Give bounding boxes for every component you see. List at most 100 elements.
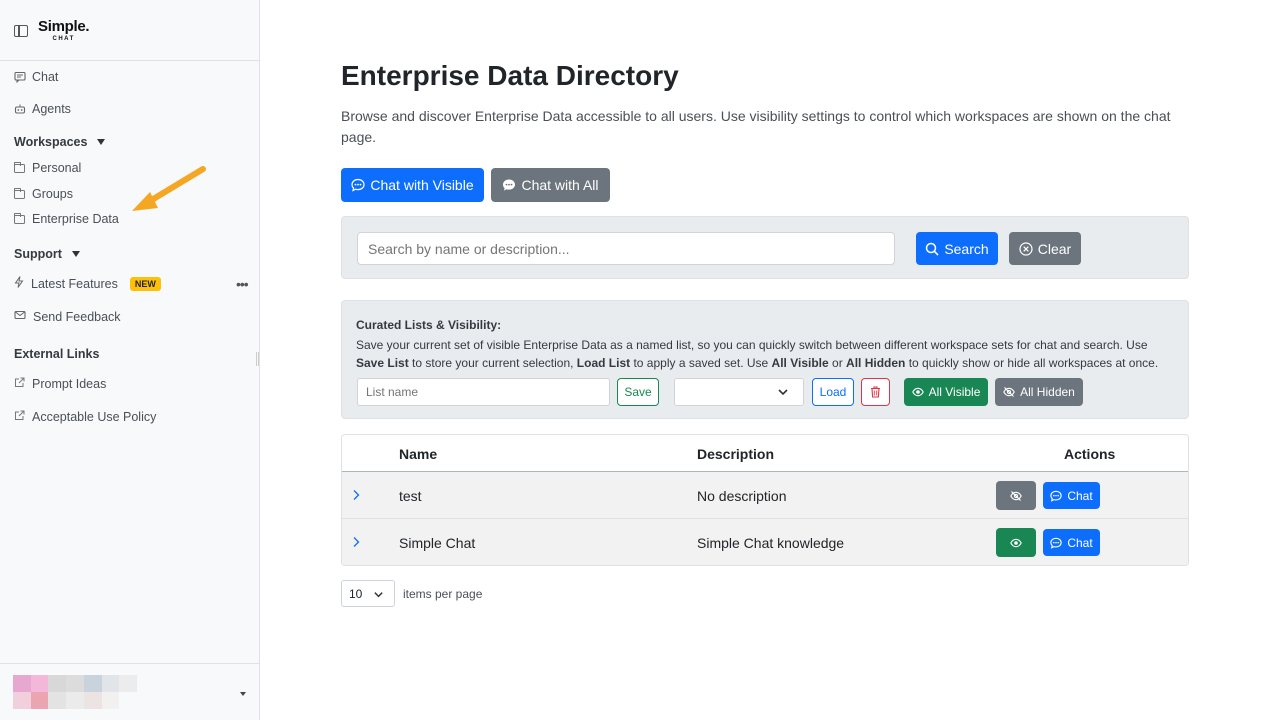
row-name: test bbox=[399, 488, 422, 504]
list-name-input[interactable] bbox=[357, 378, 610, 406]
clear-button[interactable]: Clear bbox=[1009, 232, 1081, 265]
column-header-actions: Actions bbox=[1064, 446, 1116, 462]
folder-icon bbox=[13, 187, 25, 199]
curated-desc-part: Save your current set of visible Enterpr… bbox=[356, 338, 1148, 352]
eye-slash-icon bbox=[1003, 387, 1015, 397]
nav-send-feedback[interactable]: Send Feedback bbox=[14, 309, 121, 324]
nav-prompt-ideas[interactable]: Prompt Ideas bbox=[14, 377, 106, 391]
logo-subtext: CHAT bbox=[52, 35, 75, 42]
curated-desc-bold: Save List bbox=[356, 356, 409, 370]
nav-prompt-ideas-label: Prompt Ideas bbox=[32, 377, 107, 391]
table-row: test No description Chat bbox=[342, 472, 1188, 519]
page-title: Enterprise Data Directory bbox=[341, 60, 679, 91]
clear-button-label: Clear bbox=[1037, 240, 1072, 257]
row-chat-button[interactable]: Chat bbox=[1043, 482, 1100, 509]
search-button[interactable]: Search bbox=[916, 232, 998, 265]
items-per-page-value: 10 bbox=[349, 586, 363, 601]
chat-with-all-button[interactable]: Chat with All bbox=[491, 168, 610, 202]
row-description: Simple Chat knowledge bbox=[697, 535, 845, 551]
nav-enterprise-data[interactable]: Enterprise Data bbox=[13, 212, 119, 226]
folder-icon bbox=[13, 161, 25, 173]
column-header-name[interactable]: Name bbox=[399, 446, 437, 462]
search-button-label: Search bbox=[944, 240, 989, 257]
sidebar-toggle-icon[interactable] bbox=[14, 25, 28, 37]
nav-groups-label: Groups bbox=[32, 187, 73, 201]
search-panel: Search Clear bbox=[341, 216, 1189, 279]
chat-with-visible-label: Chat with Visible bbox=[370, 177, 474, 193]
row-chat-button[interactable]: Chat bbox=[1043, 529, 1100, 556]
chevron-right-icon[interactable] bbox=[351, 536, 361, 548]
chat-dots-icon bbox=[1050, 537, 1063, 549]
curated-desc-part: to quickly show or hide all workspaces a… bbox=[905, 356, 1159, 370]
nav-acceptable-use-policy-label: Acceptable Use Policy bbox=[32, 410, 157, 424]
all-visible-label: All Visible bbox=[928, 385, 981, 399]
pagination-controls: 10 items per page bbox=[341, 580, 482, 607]
nav-acceptable-use-policy[interactable]: Acceptable Use Policy bbox=[14, 410, 156, 424]
nav-enterprise-data-label: Enterprise Data bbox=[32, 212, 119, 226]
chat-dots-icon bbox=[1050, 490, 1063, 502]
chat-dots-icon bbox=[351, 178, 365, 192]
nav-agents[interactable]: Agents bbox=[14, 102, 71, 116]
nav-groups[interactable]: Groups bbox=[13, 187, 73, 201]
saved-lists-select[interactable] bbox=[674, 378, 804, 406]
curated-desc-part: to apply a saved set. Use bbox=[630, 356, 772, 370]
folder-icon bbox=[13, 212, 25, 224]
caret-down-icon bbox=[97, 139, 106, 145]
sidebar-resize-handle[interactable] bbox=[256, 352, 259, 366]
column-header-description[interactable]: Description bbox=[697, 446, 774, 462]
row-description: No description bbox=[697, 488, 787, 504]
row-chat-label: Chat bbox=[1067, 535, 1093, 550]
chevron-right-icon[interactable] bbox=[351, 489, 361, 501]
nav-latest-features-label: Latest Features bbox=[31, 276, 118, 291]
nav-agents-label: Agents bbox=[32, 102, 71, 116]
robot-icon bbox=[14, 103, 26, 115]
logo[interactable]: Simple. CHAT bbox=[38, 17, 90, 42]
chevron-down-icon bbox=[778, 389, 788, 396]
toggle-visibility-button[interactable] bbox=[996, 481, 1036, 510]
table-header: Name Description Actions bbox=[342, 435, 1188, 472]
eye-icon bbox=[911, 387, 924, 397]
all-hidden-button[interactable]: All Hidden bbox=[995, 378, 1083, 406]
x-circle-icon bbox=[1019, 241, 1033, 256]
curated-desc-bold: All Hidden bbox=[846, 356, 906, 370]
brand-bar: Simple. CHAT bbox=[0, 0, 259, 61]
new-badge: NEW bbox=[129, 276, 161, 291]
nav-latest-features[interactable]: Latest Features NEW bbox=[14, 276, 161, 291]
external-links-title: External Links bbox=[14, 347, 99, 361]
save-list-button[interactable]: Save bbox=[617, 378, 659, 406]
sidebar: Simple. CHAT Chat Agents Workspaces Pers… bbox=[0, 0, 260, 720]
all-visible-button[interactable]: All Visible bbox=[904, 378, 988, 406]
page-description: Browse and discover Enterprise Data acce… bbox=[341, 108, 1171, 145]
support-section-toggle[interactable]: Support bbox=[14, 247, 80, 261]
curated-desc-bold: All Visible bbox=[771, 356, 829, 370]
workspace-table: Name Description Actions test No descrip… bbox=[341, 434, 1189, 566]
lightning-icon bbox=[14, 276, 24, 291]
envelope-icon bbox=[14, 309, 26, 324]
workspaces-title: Workspaces bbox=[14, 135, 88, 149]
trash-icon bbox=[871, 386, 880, 398]
external-link-icon bbox=[14, 377, 25, 391]
external-link-icon bbox=[14, 410, 25, 424]
user-profile[interactable] bbox=[0, 663, 259, 720]
search-icon bbox=[926, 242, 939, 256]
chat-with-visible-button[interactable]: Chat with Visible bbox=[341, 168, 484, 202]
delete-list-button[interactable] bbox=[861, 378, 890, 406]
nav-chat[interactable]: Chat bbox=[14, 70, 58, 84]
nav-personal[interactable]: Personal bbox=[13, 161, 81, 175]
load-list-button[interactable]: Load bbox=[812, 378, 854, 406]
row-chat-label: Chat bbox=[1067, 488, 1093, 503]
row-name: Simple Chat bbox=[399, 535, 476, 551]
more-options-icon[interactable]: ••• bbox=[236, 276, 249, 292]
curated-desc-part: to store your current selection, bbox=[408, 356, 577, 370]
chat-icon bbox=[14, 71, 26, 83]
curated-title: Curated Lists & Visibility: bbox=[356, 318, 502, 332]
logo-text: Simple. bbox=[38, 17, 90, 35]
curated-desc-part: or bbox=[828, 356, 847, 370]
annotation-arrow-icon bbox=[132, 166, 206, 211]
workspaces-section-toggle[interactable]: Workspaces bbox=[14, 135, 106, 149]
toggle-visibility-button[interactable] bbox=[996, 528, 1036, 557]
search-input[interactable] bbox=[357, 232, 895, 265]
curated-lists-panel: Curated Lists & Visibility: Save your cu… bbox=[341, 300, 1189, 419]
eye-slash-icon bbox=[1010, 490, 1022, 501]
items-per-page-select[interactable]: 10 bbox=[341, 580, 395, 607]
